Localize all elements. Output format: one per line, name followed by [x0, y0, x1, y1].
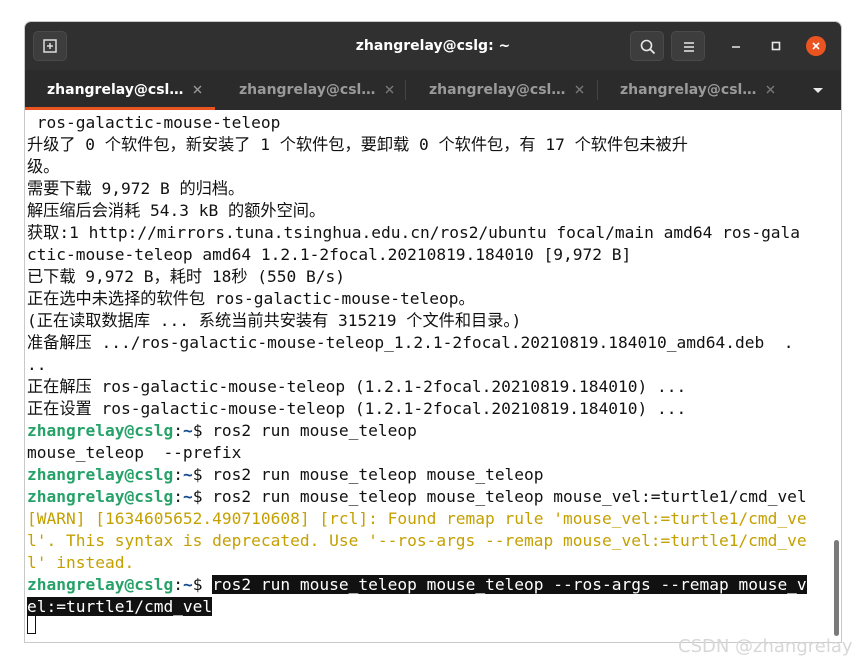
prompt-user: zhangrelay@cslg — [27, 575, 174, 594]
tab-close-icon[interactable] — [189, 81, 207, 99]
prompt-separator: : — [173, 575, 183, 594]
prompt-separator: : — [173, 487, 183, 506]
tab-close-icon[interactable] — [381, 81, 399, 99]
tab-close-icon[interactable] — [571, 81, 589, 99]
scrollbar-thumb[interactable] — [834, 540, 839, 636]
terminal-line: 已下载 9,972 B，耗时 18秒 (550 B/s) — [27, 267, 345, 286]
terminal-line: .. — [27, 355, 47, 374]
tab-3[interactable]: zhangrelay@csl… — [407, 70, 597, 110]
tab-close-icon[interactable] — [762, 81, 780, 99]
search-icon — [640, 39, 656, 55]
terminal-line: 准备解压 .../ros-galactic-mouse-teleop_1.2.1… — [27, 333, 794, 352]
selected-command-text: el:=turtle1/cmd_vel — [27, 597, 213, 616]
tab-label: zhangrelay@csl… — [47, 82, 184, 98]
terminal-line: 需要下载 9,972 B 的归档。 — [27, 179, 245, 198]
menu-button[interactable] — [671, 31, 705, 61]
prompt-path: ~ — [182, 487, 193, 506]
terminal-line: 正在选中未选择的软件包 ros-galactic-mouse-teleop。 — [27, 289, 475, 308]
watermark: CSDN @zhangrelay — [678, 636, 853, 657]
command-output: mouse_teleop --prefix — [27, 443, 242, 462]
warning-line: l' instead. — [27, 553, 135, 572]
prompt-dollar: $ — [192, 575, 213, 594]
terminal-output[interactable]: ros-galactic-mouse-teleop 升级了 0 个软件包，新安装… — [25, 110, 831, 642]
prompt-line: zhangrelay@cslg:~$ ros2 run mouse_teleop… — [27, 464, 544, 486]
prompt-user: zhangrelay@cslg — [27, 465, 174, 484]
prompt-line: zhangrelay@cslg:~$ ros2 run mouse_teleop — [27, 420, 417, 442]
warning-line: l'. This syntax is deprecated. Use '--ro… — [27, 531, 807, 550]
tab-label: zhangrelay@csl… — [620, 82, 757, 98]
prompt-dollar: $ — [192, 421, 213, 440]
close-icon — [812, 42, 820, 50]
command-text: ros2 run mouse_teleop mouse_teleop — [212, 465, 544, 484]
selected-command-text: ros2 run mouse_teleop mouse_teleop --ros… — [212, 575, 807, 594]
tab-separator — [405, 80, 406, 100]
tab-4[interactable]: zhangrelay@csl… — [598, 70, 788, 110]
prompt-path: ~ — [182, 575, 193, 594]
minimize-icon[interactable] — [726, 36, 746, 56]
command-text: ros2 run mouse_teleop — [212, 421, 417, 440]
prompt-separator: : — [173, 421, 183, 440]
prompt-line: zhangrelay@cslg:~$ ros2 run mouse_teleop… — [27, 486, 807, 508]
terminal-line: 级。 — [27, 157, 60, 176]
hamburger-menu-icon — [684, 42, 694, 52]
prompt-path: ~ — [182, 421, 193, 440]
tab-1[interactable]: zhangrelay@csl… — [25, 70, 215, 110]
terminal-line: 获取:1 http://mirrors.tuna.tsinghua.edu.cn… — [27, 223, 801, 242]
terminal-line: 升级了 0 个软件包，新安装了 1 个软件包，要卸载 0 个软件包，有 17 个… — [27, 135, 688, 154]
terminal-line: 正在设置 ros-galactic-mouse-teleop (1.2.1-2f… — [27, 399, 687, 418]
search-button[interactable] — [630, 31, 664, 61]
prompt-line-continued: el:=turtle1/cmd_vel — [27, 596, 213, 618]
terminal-window: zhangrelay@cslg: ~ zhangrelay@csl… zhang… — [25, 22, 841, 642]
text-cursor — [27, 614, 36, 634]
prompt-user: zhangrelay@cslg — [27, 487, 174, 506]
command-text: ros2 run mouse_teleop mouse_teleop mouse… — [212, 487, 807, 506]
prompt-dollar: $ — [192, 487, 213, 506]
prompt-separator: : — [173, 465, 183, 484]
prompt-user: zhangrelay@cslg — [27, 421, 174, 440]
close-window-button[interactable] — [806, 36, 826, 56]
maximize-icon[interactable] — [766, 36, 786, 56]
terminal-line: (正在读取数据库 ... 系统当前共安装有 315219 个文件和目录。) — [27, 311, 522, 330]
prompt-line: zhangrelay@cslg:~$ ros2 run mouse_teleop… — [27, 574, 807, 596]
warning-line: [WARN] [1634605652.490710608] [rcl]: Fou… — [27, 509, 807, 528]
terminal-line: ros-galactic-mouse-teleop — [27, 113, 281, 132]
terminal-line: 正在解压 ros-galactic-mouse-teleop (1.2.1-2f… — [27, 377, 687, 396]
prompt-path: ~ — [182, 465, 193, 484]
window-title: zhangrelay@cslg: ~ — [355, 38, 511, 54]
terminal-line: 解压缩后会消耗 54.3 kB 的额外空间。 — [27, 201, 326, 220]
terminal-line: ctic-mouse-teleop amd64 1.2.1-2focal.202… — [27, 245, 632, 264]
scrollbar[interactable] — [831, 110, 841, 642]
prompt-dollar: $ — [192, 465, 213, 484]
tab-2[interactable]: zhangrelay@csl… — [217, 70, 407, 110]
tab-label: zhangrelay@csl… — [429, 82, 566, 98]
title-bar: zhangrelay@cslg: ~ — [25, 22, 841, 70]
tab-bar: zhangrelay@csl… zhangrelay@csl… zhangrel… — [25, 70, 841, 110]
tab-label: zhangrelay@csl… — [239, 82, 376, 98]
chevron-down-icon[interactable] — [811, 83, 825, 97]
